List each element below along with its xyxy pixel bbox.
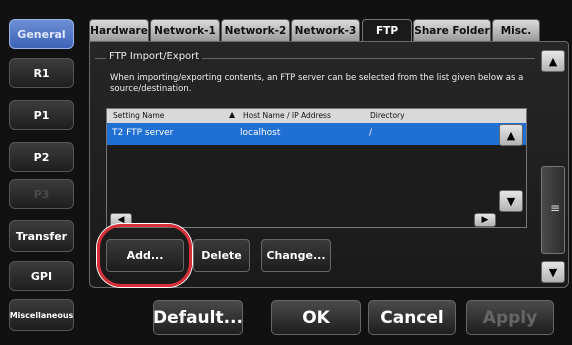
panel-scroll-down-button[interactable]: ▼ — [541, 261, 565, 283]
arrow-up-icon: ▲ — [548, 54, 558, 68]
default-button[interactable]: Default... — [153, 300, 243, 335]
ok-button[interactable]: OK — [271, 300, 361, 335]
nav-miscellaneous-button[interactable]: Miscellaneous — [9, 299, 74, 331]
delete-button[interactable]: Delete — [193, 239, 250, 272]
arrow-right-icon: ▶ — [481, 215, 489, 225]
list-scroll-right-button[interactable]: ▶ — [474, 213, 496, 227]
nav-p2-button[interactable]: P2 — [9, 142, 74, 172]
arrow-down-icon: ▼ — [506, 194, 516, 208]
nav-transfer-button[interactable]: Transfer — [9, 220, 74, 252]
column-directory[interactable]: Directory — [370, 111, 405, 120]
row-host: localhost — [240, 128, 281, 138]
table-row[interactable]: T2 FTP server localhost / — [107, 123, 526, 145]
panel-scroll-up-button[interactable]: ▲ — [541, 50, 565, 72]
row-setting-name: T2 FTP server — [112, 128, 174, 138]
section-title: FTP Import/Export — [106, 51, 203, 62]
nav-r1-button[interactable]: R1 — [9, 58, 74, 88]
cancel-button[interactable]: Cancel — [368, 300, 456, 335]
tab-network-3[interactable]: Network-3 — [291, 19, 360, 41]
column-setting-name[interactable]: Setting Name — [113, 111, 164, 120]
nav-p1-button[interactable]: P1 — [9, 100, 74, 130]
list-scroll-up-button[interactable]: ▲ — [499, 124, 523, 146]
section-description: When importing/exporting contents, an FT… — [110, 73, 524, 94]
arrow-up-icon: ▲ — [506, 128, 516, 142]
panel-scroll-thumb[interactable]: ≡ — [541, 166, 565, 254]
row-directory: / — [369, 128, 373, 138]
ftp-server-list[interactable]: Setting Name ▲ Host Name / IP Address Di… — [106, 108, 527, 228]
sort-ascending-icon: ▲ — [229, 110, 236, 119]
tab-misc[interactable]: Misc. — [492, 19, 540, 41]
nav-general-button[interactable]: General — [9, 19, 74, 49]
change-button[interactable]: Change... — [261, 239, 331, 272]
nav-gpi-button[interactable]: GPI — [9, 261, 74, 291]
grip-icon: ≡ — [550, 201, 561, 215]
arrow-down-icon: ▼ — [548, 265, 558, 279]
highlight-callout — [97, 224, 192, 287]
tab-hardware[interactable]: Hardware — [89, 19, 149, 41]
nav-p3-button: P3 — [9, 179, 74, 209]
column-host[interactable]: Host Name / IP Address — [243, 111, 331, 120]
tab-network-1[interactable]: Network-1 — [150, 19, 220, 41]
apply-button: Apply — [466, 300, 554, 335]
tab-network-2[interactable]: Network-2 — [221, 19, 290, 41]
tab-share-folder[interactable]: Share Folder — [413, 19, 491, 41]
list-header: Setting Name ▲ Host Name / IP Address Di… — [107, 109, 526, 123]
tab-ftp[interactable]: FTP — [362, 19, 412, 42]
list-scroll-down-button[interactable]: ▼ — [499, 190, 523, 212]
